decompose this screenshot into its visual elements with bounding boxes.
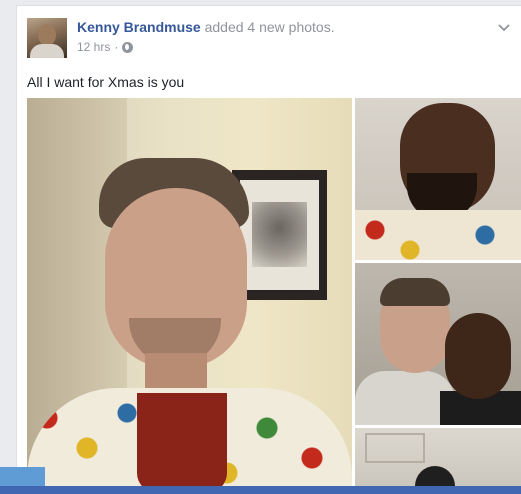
- photo-middle-right[interactable]: [355, 263, 521, 425]
- photo-middle-right-hair-left: [380, 278, 450, 306]
- photo-top-right-shirt: [355, 210, 521, 260]
- avatar[interactable]: [27, 18, 67, 58]
- author-name-link[interactable]: Kenny Brandmuse: [77, 19, 201, 35]
- photo-bottom-right-cabinet: [365, 433, 425, 463]
- post-meta: 12 hrs ·: [77, 40, 134, 54]
- meta-separator: ·: [114, 40, 119, 54]
- photo-main-collar: [137, 393, 227, 493]
- photo-bottom-right[interactable]: [355, 428, 521, 494]
- post-action-text: added 4 new photos.: [200, 19, 335, 35]
- globe-icon[interactable]: [122, 41, 134, 53]
- photo-middle-right-head-right: [445, 313, 511, 399]
- bottom-bar: [0, 486, 521, 494]
- photo-grid: [27, 98, 521, 494]
- chevron-down-icon[interactable]: [497, 20, 511, 34]
- post-card: Kenny Brandmuse added 4 new photos. 12 h…: [16, 5, 521, 494]
- post-header: Kenny Brandmuse added 4 new photos.: [77, 19, 335, 35]
- avatar-face: [38, 24, 56, 46]
- post-timestamp[interactable]: 12 hrs: [77, 40, 110, 54]
- post-status-text: All I want for Xmas is you: [27, 74, 185, 90]
- avatar-body: [30, 44, 64, 58]
- photo-main-frame-art: [240, 180, 319, 290]
- photo-top-right[interactable]: [355, 98, 521, 260]
- photo-main[interactable]: [27, 98, 352, 494]
